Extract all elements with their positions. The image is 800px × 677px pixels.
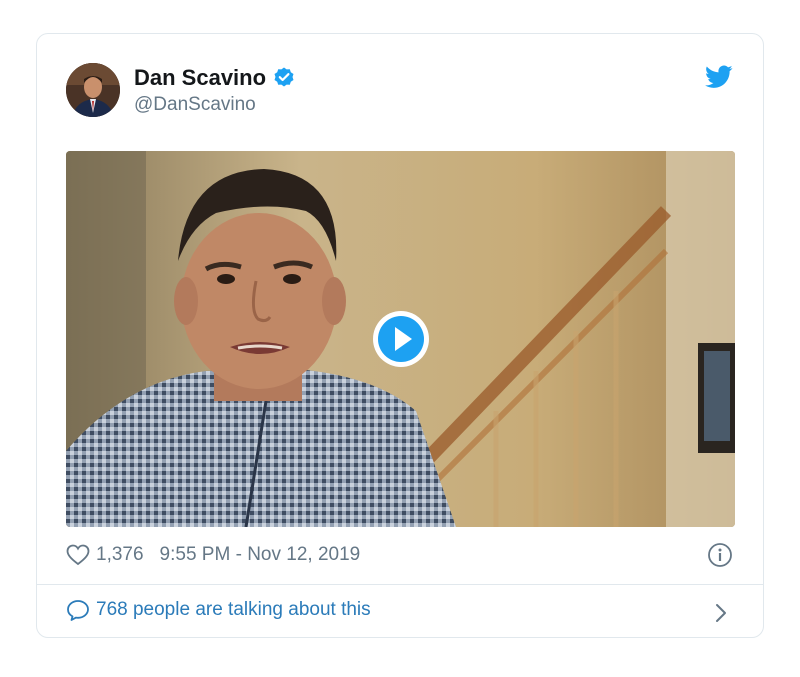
twitter-bird-icon[interactable]	[705, 65, 733, 89]
talking-count-label[interactable]: 768 people are talking about this	[96, 599, 371, 621]
tweet-timestamp[interactable]: 9:55 PM - Nov 12, 2019	[160, 544, 361, 566]
play-icon[interactable]	[371, 309, 431, 369]
divider	[37, 584, 763, 585]
author-handle[interactable]: @DanScavino	[134, 94, 256, 116]
tweet-meta: 1,376 9:55 PM - Nov 12, 2019	[66, 544, 360, 566]
video-player[interactable]	[66, 151, 735, 527]
conversation-link[interactable]: 768 people are talking about this	[66, 599, 371, 621]
author-name[interactable]: Dan Scavino	[134, 65, 266, 91]
chevron-right-icon[interactable]	[713, 602, 729, 624]
avatar[interactable]	[66, 63, 120, 117]
verified-badge-icon	[272, 66, 296, 90]
like-count[interactable]: 1,376	[96, 544, 144, 566]
heart-icon[interactable]	[66, 544, 90, 566]
speech-bubble-icon	[66, 599, 90, 621]
author-name-row[interactable]: Dan Scavino	[134, 65, 296, 91]
info-icon[interactable]	[707, 542, 733, 568]
tweet-card[interactable]: Dan Scavino @DanScavino 1,376 9:55 PM - …	[36, 33, 764, 638]
